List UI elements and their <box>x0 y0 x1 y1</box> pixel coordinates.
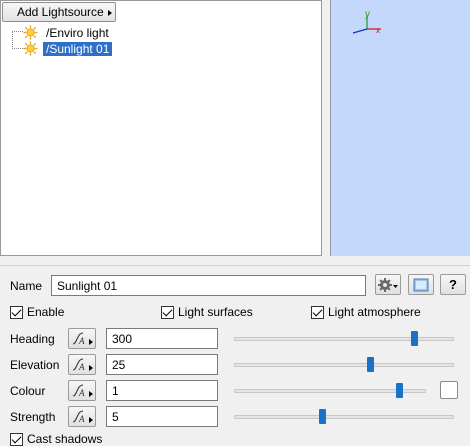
cast-shadows-checkbox[interactable]: Cast shadows <box>10 432 102 446</box>
name-field[interactable]: Sunlight 01 <box>51 275 366 296</box>
heading-slider-thumb[interactable] <box>411 331 418 346</box>
gear-icon <box>378 277 398 292</box>
svg-text:A: A <box>78 388 85 398</box>
preview-button[interactable] <box>408 274 434 295</box>
enable-checkbox[interactable]: Enable <box>10 305 64 319</box>
heading-field[interactable]: 300 <box>106 328 218 349</box>
sun-icon <box>23 25 38 40</box>
strength-value: 5 <box>112 409 119 424</box>
svg-text:A: A <box>78 414 85 424</box>
vertical-splitter[interactable] <box>322 0 330 256</box>
name-value: Sunlight 01 <box>57 278 118 293</box>
curve-icon: A <box>72 384 93 398</box>
settings-menu-button[interactable] <box>375 274 401 295</box>
colour-slider-thumb[interactable] <box>396 383 403 398</box>
viewport-3d[interactable]: y x <box>330 0 470 256</box>
enable-label: Enable <box>27 305 65 319</box>
colour-swatch-button[interactable] <box>440 381 458 399</box>
elevation-slider-track[interactable] <box>234 363 454 367</box>
colour-label: Colour <box>10 384 46 398</box>
colour-value: 1 <box>112 383 119 398</box>
strength-curve-button[interactable]: A <box>68 406 96 427</box>
curve-icon: A <box>72 358 93 372</box>
heading-label: Heading <box>10 332 55 346</box>
axis-gizmo-icon: y x <box>352 9 381 35</box>
light-surfaces-label: Light surfaces <box>178 305 253 319</box>
help-label: ? <box>449 277 457 292</box>
image-preview-icon <box>413 278 429 291</box>
name-label: Name <box>10 279 43 293</box>
elevation-slider-thumb[interactable] <box>367 357 374 372</box>
light-surfaces-checkbox[interactable]: Light surfaces <box>161 305 253 319</box>
dropdown-arrow-icon <box>108 10 112 16</box>
light-atmosphere-checkbox[interactable]: Light atmosphere <box>311 305 421 319</box>
svg-text:A: A <box>78 336 85 346</box>
heading-slider-track[interactable] <box>234 337 454 341</box>
elevation-field[interactable]: 25 <box>106 354 218 375</box>
horizontal-splitter[interactable] <box>0 256 470 266</box>
strength-label: Strength <box>10 410 56 424</box>
elevation-curve-button[interactable]: A <box>68 354 96 375</box>
elevation-label: Elevation <box>10 358 60 372</box>
colour-curve-button[interactable]: A <box>68 380 96 401</box>
add-lightsource-button[interactable]: Add Lightsource <box>2 2 116 22</box>
tree-item-enviro-light[interactable]: /Enviro light <box>23 24 109 41</box>
checkbox-box <box>10 432 23 446</box>
tree-connector <box>12 31 23 32</box>
strength-slider-thumb[interactable] <box>319 409 326 424</box>
sun-icon <box>23 41 38 56</box>
curve-icon: A <box>72 332 93 346</box>
light-atmosphere-label: Light atmosphere <box>328 305 421 319</box>
tree-item-sunlight-01[interactable]: /Sunlight 01 <box>23 40 113 57</box>
heading-value: 300 <box>112 331 133 346</box>
strength-field[interactable]: 5 <box>106 406 218 427</box>
tree-connector <box>12 31 13 49</box>
tree-item-label: /Sunlight 01 <box>43 41 113 56</box>
curve-icon: A <box>72 410 93 424</box>
cast-shadows-label: Cast shadows <box>27 432 103 446</box>
checkbox-box <box>311 305 324 319</box>
strength-slider-track[interactable] <box>234 415 454 419</box>
colour-field[interactable]: 1 <box>106 380 218 401</box>
checkbox-box <box>161 305 174 319</box>
elevation-value: 25 <box>112 357 126 372</box>
light-tree-panel[interactable]: Add Lightsource /Enviro light /Sunlight … <box>0 0 322 256</box>
axis-y-label: y <box>365 9 370 20</box>
add-lightsource-label: Add Lightsource <box>17 5 104 19</box>
checkbox-box <box>10 305 23 319</box>
heading-curve-button[interactable]: A <box>68 328 96 349</box>
help-button[interactable]: ? <box>440 274 466 295</box>
svg-text:A: A <box>78 362 85 372</box>
tree-item-label: /Enviro light <box>46 25 109 40</box>
tree-connector <box>12 48 23 49</box>
axis-x-label: x <box>376 26 380 35</box>
